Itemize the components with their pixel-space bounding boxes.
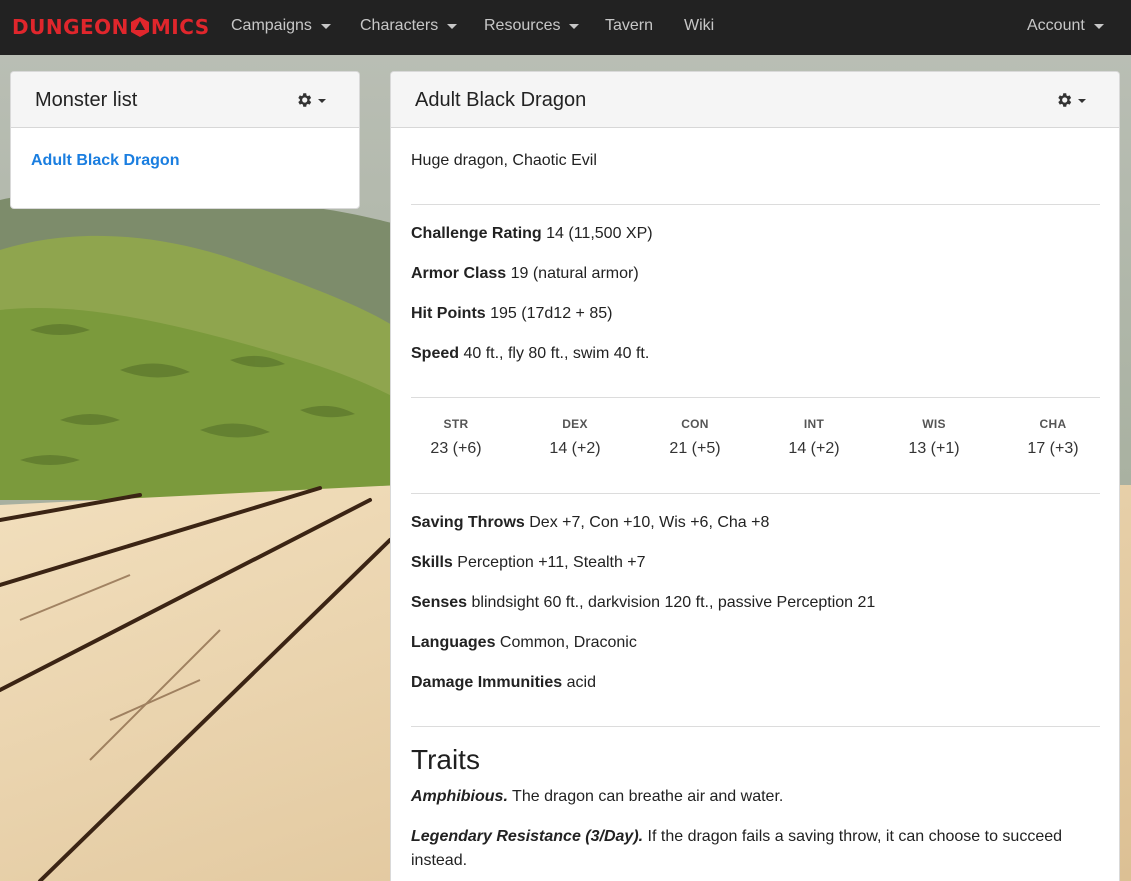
brand-name-prefix: DUNGEON [12, 15, 129, 39]
trait-name: Amphibious. [411, 788, 508, 805]
stat-senses: Senses blindsight 60 ft., darkvision 120… [411, 594, 875, 612]
caret-down-icon [320, 24, 331, 29]
caret-down-icon [1078, 98, 1086, 103]
stat-value: blindsight 60 ft., darkvision 120 ft., p… [471, 594, 876, 611]
stat-value: Common, Draconic [499, 634, 637, 651]
nav-resources[interactable]: Resources [484, 17, 580, 35]
nav-resources-label: Resources [484, 17, 561, 34]
stat-label: Saving Throws [411, 514, 525, 531]
ability-cha: CHA 17 (+3) [1008, 417, 1098, 458]
stat-value: 19 (natural armor) [510, 265, 639, 282]
monster-detail-header: Adult Black Dragon [391, 72, 1119, 128]
stat-value: 195 (17d12 + 85) [490, 305, 613, 322]
nav-account-label: Account [1027, 17, 1085, 34]
stat-label: Hit Points [411, 305, 486, 322]
monster-list-settings-button[interactable] [295, 91, 326, 109]
trait-amphibious: Amphibious. The dragon can breathe air a… [411, 785, 1101, 809]
trait-text: The dragon can breathe air and water. [512, 788, 784, 805]
stat-speed: Speed 40 ft., fly 80 ft., swim 40 ft. [411, 345, 649, 363]
stat-damage-immunities: Damage Immunities acid [411, 674, 596, 692]
stat-label: Skills [411, 554, 453, 571]
ability-value: 21 (+5) [669, 440, 721, 457]
gear-icon [1058, 93, 1072, 107]
caret-down-icon [569, 24, 580, 29]
divider [411, 397, 1100, 398]
stat-label: Challenge Rating [411, 225, 542, 242]
nav-wiki[interactable]: Wiki [684, 17, 714, 35]
trait-name: Legendary Resistance (3/Day). [411, 828, 644, 845]
ability-label: DEX [562, 417, 588, 431]
gear-icon [298, 93, 312, 107]
top-navbar: DUNGEON MICS Campaigns Characters Resour… [0, 0, 1131, 55]
monster-list-item[interactable]: Adult Black Dragon [31, 152, 179, 170]
caret-down-icon [1093, 24, 1104, 29]
nav-campaigns-label: Campaigns [231, 17, 312, 34]
nav-campaigns[interactable]: Campaigns [231, 17, 331, 35]
ability-int: INT 14 (+2) [769, 417, 859, 458]
stat-skills: Skills Perception +11, Stealth +7 [411, 554, 646, 572]
ability-str: STR 23 (+6) [411, 417, 501, 458]
stat-saving-throws: Saving Throws Dex +7, Con +10, Wis +6, C… [411, 514, 769, 532]
ability-dex: DEX 14 (+2) [530, 417, 620, 458]
ability-value: 17 (+3) [1027, 440, 1079, 457]
nav-tavern[interactable]: Tavern [605, 17, 653, 35]
ability-label: STR [443, 417, 469, 431]
stat-value: Perception +11, Stealth +7 [457, 554, 646, 571]
stat-value: 14 (11,500 XP) [546, 225, 653, 242]
ability-label: WIS [922, 417, 946, 431]
monster-detail-settings-button[interactable] [1055, 91, 1086, 109]
trait-legendary-resistance: Legendary Resistance (3/Day). If the dra… [411, 825, 1101, 873]
stat-value: 40 ft., fly 80 ft., swim 40 ft. [463, 345, 650, 362]
monster-type-line: Huge dragon, Chaotic Evil [411, 152, 597, 169]
d20-dice-icon [130, 17, 149, 37]
stat-value: acid [566, 674, 596, 691]
stat-label: Speed [411, 345, 460, 362]
monster-list-title: Monster list [35, 89, 138, 111]
monster-name-title: Adult Black Dragon [415, 89, 587, 111]
stat-label: Armor Class [411, 265, 507, 282]
stat-label: Languages [411, 634, 496, 651]
monster-list-card: Monster list Adult Black Dragon [10, 71, 360, 209]
traits-heading: Traits [411, 744, 480, 775]
divider [411, 493, 1100, 494]
ability-wis: WIS 13 (+1) [889, 417, 979, 458]
monster-list-header: Monster list [11, 72, 359, 128]
stat-label: Senses [411, 594, 468, 611]
brand-logo[interactable]: DUNGEON MICS [12, 13, 210, 41]
ability-value: 23 (+6) [430, 440, 482, 457]
ability-value: 14 (+2) [788, 440, 840, 457]
nav-characters-label: Characters [360, 17, 439, 34]
brand-name-suffix: MICS [150, 15, 210, 39]
nav-characters[interactable]: Characters [360, 17, 458, 35]
ability-value: 14 (+2) [549, 440, 601, 457]
stat-languages: Languages Common, Draconic [411, 634, 637, 652]
stat-hit-points: Hit Points 195 (17d12 + 85) [411, 305, 612, 323]
stat-value: Dex +7, Con +10, Wis +6, Cha +8 [529, 514, 770, 531]
nav-wiki-label: Wiki [684, 17, 715, 34]
ability-con: CON 21 (+5) [650, 417, 740, 458]
monster-detail-card: Adult Black Dragon Huge dragon, Chaotic … [390, 71, 1120, 881]
caret-down-icon [318, 98, 326, 103]
stat-armor-class: Armor Class 19 (natural armor) [411, 265, 639, 283]
stat-label: Damage Immunities [411, 674, 563, 691]
nav-account[interactable]: Account [1027, 17, 1104, 35]
ability-label: INT [803, 417, 825, 431]
divider [411, 726, 1100, 727]
divider [411, 204, 1100, 205]
ability-label: CHA [1039, 417, 1067, 431]
ability-value: 13 (+1) [908, 440, 960, 457]
stat-challenge-rating: Challenge Rating 14 (11,500 XP) [411, 225, 653, 243]
caret-down-icon [447, 24, 458, 29]
nav-tavern-label: Tavern [605, 17, 654, 34]
ability-label: CON [681, 417, 709, 431]
